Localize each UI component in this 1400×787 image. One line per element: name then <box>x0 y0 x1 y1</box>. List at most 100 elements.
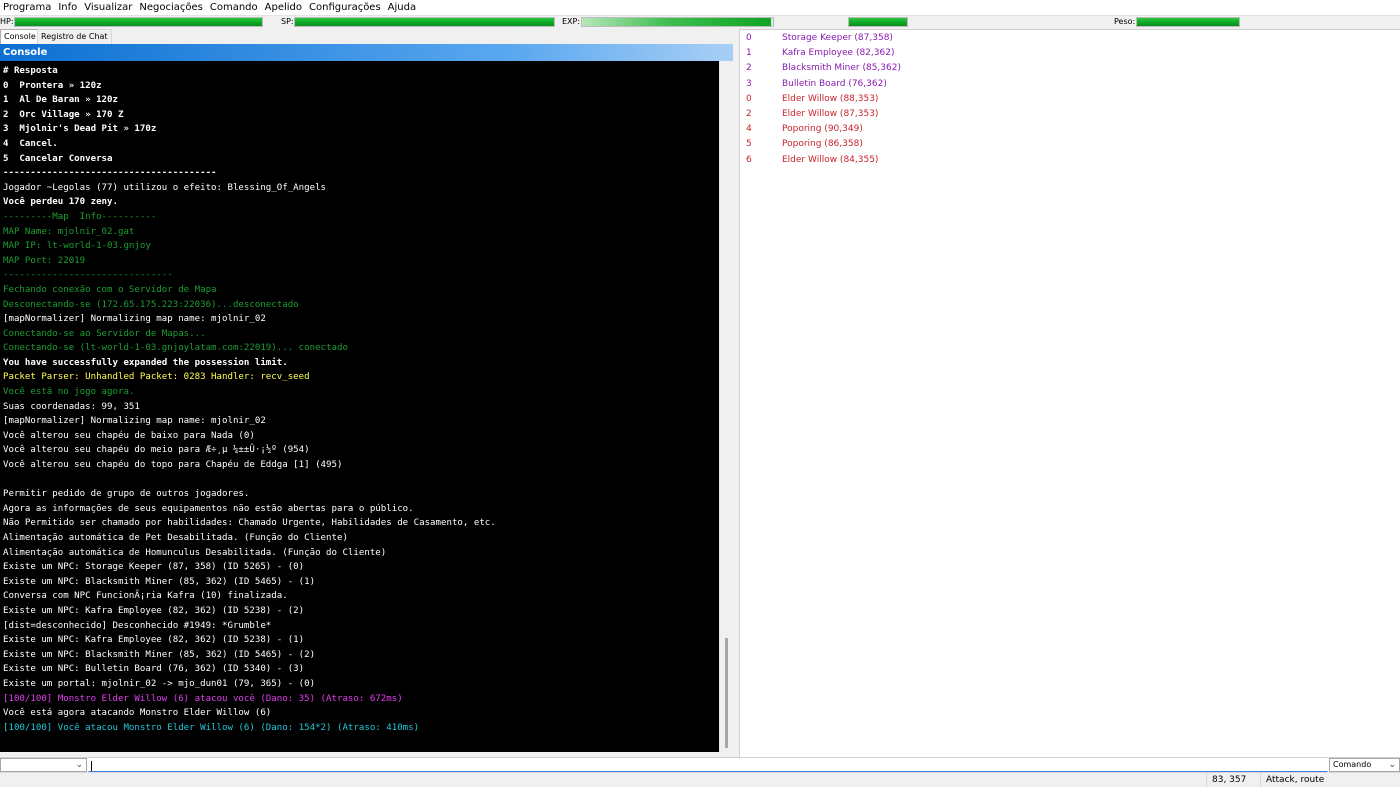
console-line: Conversa com NPC FuncionÃ¡ria Kafra (10)… <box>3 591 288 602</box>
console-line: 1 Al De Baran » 120z <box>3 95 118 106</box>
menu-item-visualizar[interactable]: Visualizar <box>81 0 136 16</box>
console-line: Packet Parser: Unhandled Packet: 0283 Ha… <box>3 372 310 383</box>
console-scrollbar[interactable] <box>719 61 733 752</box>
console-line: Existe um NPC: Blacksmith Miner (85, 362… <box>3 576 316 587</box>
entity-list-item[interactable]: 4 Poporing (90,349) <box>740 122 1400 137</box>
hp-label: HP: <box>0 17 14 26</box>
entity-index: 0 <box>746 33 752 43</box>
console-line: Conectando-se (lt-world-1-03.gnjoylatam.… <box>3 343 348 354</box>
console-line: [100/100] Monstro Elder Willow (6) ataco… <box>3 693 403 704</box>
command-type-select[interactable]: Comando ⌄ <box>1329 758 1400 772</box>
entity-name: Poporing (86,358) <box>782 139 863 150</box>
menu-item-apelido[interactable]: Apelido <box>262 0 306 16</box>
exp-label: EXP: <box>562 17 581 26</box>
menu-item-configura-es[interactable]: Configurações <box>306 0 385 16</box>
console-line: Você está agora atacando Monstro Elder W… <box>3 708 272 719</box>
hp-fill <box>15 18 262 26</box>
entity-list-item[interactable]: 5 Poporing (86,358) <box>740 137 1400 152</box>
menu-item-comando[interactable]: Comando <box>207 0 262 16</box>
entity-list-item[interactable]: 2 Elder Willow (87,353) <box>740 107 1400 122</box>
entity-index: 1 <box>746 48 752 59</box>
console-line: 3 Mjolnir's Dead Pit » 170z <box>3 124 157 135</box>
console-tabs: Console Registro de Chat <box>0 29 735 44</box>
console-line: Existe um NPC: Kafra Employee (82, 362) … <box>3 605 305 616</box>
entity-list-item[interactable]: 0 Storage Keeper (87,358) <box>740 31 1400 46</box>
console-line: 4 Cancel. <box>3 138 58 149</box>
hp-bar <box>14 17 263 27</box>
console-line: MAP Name: mjolnir_02.gat <box>3 226 135 237</box>
entity-list-item[interactable]: 6 Elder Willow (84,355) <box>740 153 1400 168</box>
console-line: Você alterou seu chapéu de baixo para Na… <box>3 430 255 441</box>
console-line: [dist=desconhecido] Desconhecido #1949: … <box>3 620 272 631</box>
menu-item-ajuda[interactable]: Ajuda <box>385 0 420 16</box>
entity-list-item[interactable]: 1 Kafra Employee (82,362) <box>740 46 1400 61</box>
base-exp-bar <box>581 17 774 27</box>
weight-label: Peso: <box>1114 17 1136 26</box>
entity-name: Blacksmith Miner (85,362) <box>782 63 901 74</box>
console-line: Permitir pedido de grupo de outros jogad… <box>3 489 250 500</box>
entity-list-panel[interactable]: 0 Storage Keeper (87,358) 1 Kafra Employee … <box>739 29 1400 757</box>
chevron-down-icon: ⌄ <box>75 760 83 770</box>
console-line: Agora as informações de seus equipamento… <box>3 503 414 514</box>
entity-name: Elder Willow (84,355) <box>782 154 879 165</box>
tab-chat-log[interactable]: Registro de Chat <box>37 29 112 44</box>
menu-item-negocia-es[interactable]: Negociações <box>136 0 206 16</box>
sp-fill <box>295 18 554 26</box>
status-action: Attack, route <box>1260 773 1400 787</box>
weight-bar <box>1136 17 1240 27</box>
console-line: Suas coordenadas: 99, 351 <box>3 401 140 412</box>
weight-fill <box>1137 18 1239 26</box>
entity-index: 4 <box>746 124 752 135</box>
console-output[interactable]: # Resposta 0 Prontera » 120z 1 Al De Baran… <box>0 61 719 752</box>
console-line: # Resposta <box>3 66 58 76</box>
chevron-down-icon: ⌄ <box>1388 760 1396 770</box>
job-exp-bar <box>848 17 908 27</box>
entity-name: Storage Keeper (87,358) <box>782 33 893 43</box>
entity-list-item[interactable]: 2 Blacksmith Miner (85,362) <box>740 61 1400 76</box>
entity-list-item[interactable]: 3 Bulletin Board (76,362) <box>740 77 1400 92</box>
entity-index: 0 <box>746 93 752 104</box>
console-line: 5 Cancelar Conversa <box>3 153 113 164</box>
console-line: Desconectando-se (172.65.175.223:22036).… <box>3 299 299 310</box>
command-input[interactable] <box>88 758 1328 772</box>
stats-bar: HP: SP: EXP: Peso: <box>0 16 1400 29</box>
text-caret <box>91 761 92 771</box>
console-line: 0 Prontera » 120z <box>3 80 102 91</box>
menu-bar: Programa Info Visualizar Negociações Comando… <box>0 0 1400 16</box>
console-line: You have successfully expanded the posse… <box>3 357 288 368</box>
console-line: Não Permitido ser chamado por habilidade… <box>3 518 496 529</box>
sp-label: SP: <box>281 17 294 26</box>
console-line: [mapNormalizer] Normalizing map name: mj… <box>3 314 266 325</box>
tab-console[interactable]: Console <box>0 29 40 44</box>
console-line: Conectando-se ao Servidor de Mapas... <box>3 328 206 339</box>
job-exp-fill <box>849 18 907 26</box>
console-line: ---------Map Info---------- <box>3 211 157 222</box>
entity-name: Poporing (90,349) <box>782 124 863 135</box>
console-line: [mapNormalizer] Normalizing map name: mj… <box>3 416 266 427</box>
entity-index: 3 <box>746 78 752 89</box>
console-line: Você perdeu 170 zeny. <box>3 197 118 208</box>
chat-channel-select[interactable]: ⌄ <box>0 758 87 772</box>
console-line: 2 Orc Village » 170 Z <box>3 109 124 120</box>
console-line: ------------------------------- <box>3 270 173 281</box>
console-line: Fechando conexão com o Servidor de Mapa <box>3 284 217 295</box>
status-coords: 83, 357 <box>1206 773 1260 787</box>
console-line: Você alterou seu chapéu do topo para Cha… <box>3 460 343 471</box>
console-line: Existe um NPC: Bulletin Board (76, 362) … <box>3 664 305 675</box>
entity-name: Elder Willow (88,353) <box>782 93 879 104</box>
base-exp-fill <box>582 18 772 26</box>
entity-list-item[interactable]: 0 Elder Willow (88,353) <box>740 92 1400 107</box>
console-line: Jogador ~Legolas (77) utilizou o efeito:… <box>3 182 327 193</box>
sp-bar <box>294 17 555 27</box>
menu-item-programa[interactable]: Programa <box>0 0 55 16</box>
entity-index: 5 <box>746 139 752 150</box>
scrollbar-thumb[interactable] <box>725 638 728 748</box>
command-type-label: Comando <box>1333 760 1372 769</box>
console-line: MAP Port: 22019 <box>3 255 86 266</box>
console-title: Console <box>0 44 733 61</box>
menu-item-info[interactable]: Info <box>55 0 81 16</box>
console-line: Existe um portal: mjolnir_02 -> mjo_dun0… <box>3 678 316 689</box>
input-row: ⌄ Comando ⌄ <box>0 757 1400 772</box>
console-line: Existe um NPC: Blacksmith Miner (85, 362… <box>3 649 316 660</box>
